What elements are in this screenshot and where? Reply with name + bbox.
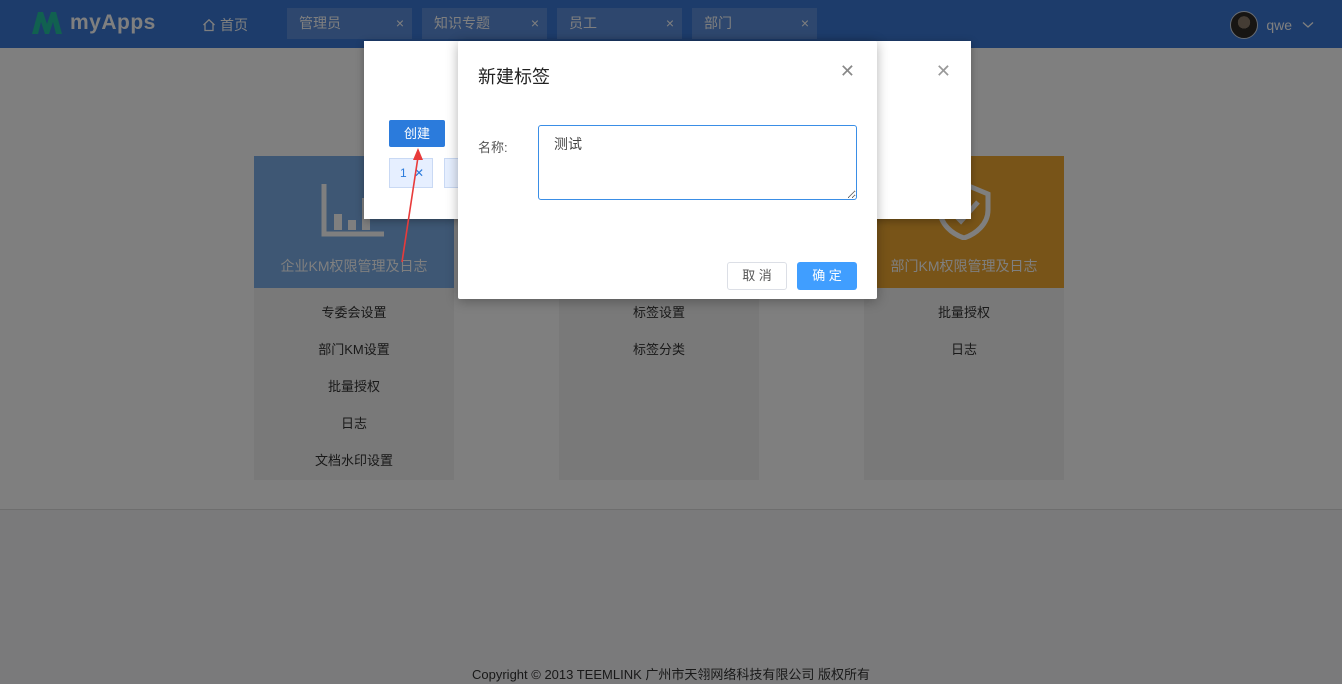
confirm-button[interactable]: 确 定 — [797, 262, 857, 290]
cancel-button[interactable]: 取 消 — [727, 262, 787, 290]
close-icon[interactable]: ✕ — [414, 166, 424, 180]
close-icon[interactable]: ✕ — [840, 61, 855, 82]
dialog-title: 新建标签 — [478, 67, 550, 87]
name-label: 名称: — [478, 140, 508, 155]
close-icon[interactable]: ✕ — [936, 61, 951, 82]
create-button[interactable]: 创建 — [389, 120, 445, 147]
tag-chip[interactable]: 1 ✕ — [389, 158, 433, 188]
tag-chip-label: 1 — [400, 166, 407, 180]
new-tag-dialog: 新建标签 ✕ 名称: 取 消 确 定 — [458, 41, 877, 299]
name-input[interactable] — [538, 125, 857, 200]
